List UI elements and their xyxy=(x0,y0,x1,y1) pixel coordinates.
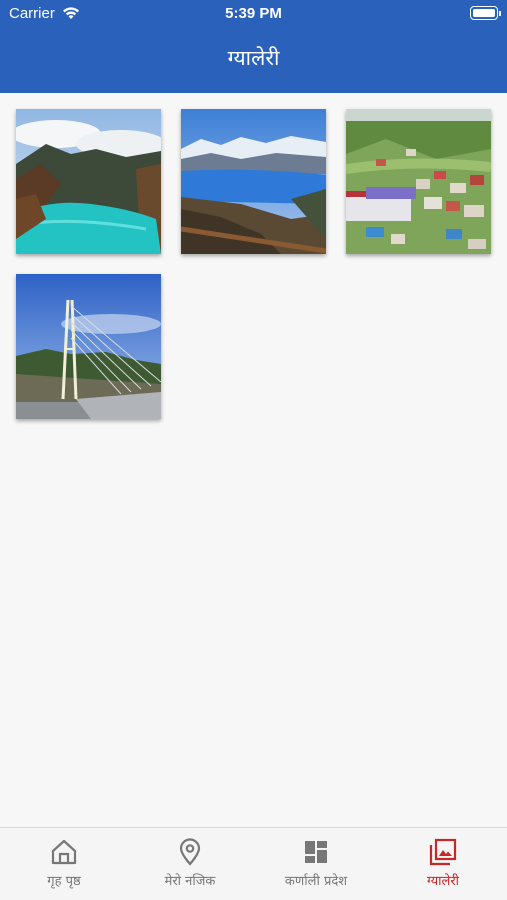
gallery-icon xyxy=(429,838,457,866)
battery-icon xyxy=(470,6,501,20)
bridge-image xyxy=(16,274,161,419)
town-image xyxy=(346,109,491,254)
lake-image xyxy=(181,109,326,254)
tab-home-label: गृह पृष्ठ xyxy=(47,874,81,889)
tab-home[interactable]: गृह पृष्ठ xyxy=(1,828,127,900)
tab-near-me[interactable]: मेरो नजिक xyxy=(127,828,253,900)
status-bar: Carrier 5:39 PM xyxy=(0,0,507,28)
gallery-image-town[interactable] xyxy=(346,109,491,254)
location-pin-icon xyxy=(179,838,201,866)
tab-karnali-province[interactable]: कर्णाली प्रदेश xyxy=(253,828,379,900)
tab-karnali-province-label: कर्णाली प्रदेश xyxy=(284,874,348,889)
lake-image xyxy=(16,109,161,254)
home-icon xyxy=(51,839,77,865)
tab-near-me-label: मेरो नजिक xyxy=(164,874,216,889)
gallery-image-lake-turquoise[interactable] xyxy=(16,109,161,254)
app-bar: Carrier 5:39 PM ग्यालेरी xyxy=(0,0,507,93)
dashboard-icon xyxy=(305,841,327,863)
gallery-image-lake-blue[interactable] xyxy=(181,109,326,254)
gallery-image-bridge[interactable] xyxy=(16,274,161,419)
page-title: ग्यालेरी xyxy=(227,46,280,70)
tab-gallery-label: ग्यालेरी xyxy=(426,874,460,889)
clock: 5:39 PM xyxy=(225,5,282,22)
bottom-tab-bar: गृह पृष्ठ मेरो नजिक कर्णाली प्रदेश ग्याल… xyxy=(0,827,507,900)
tab-gallery[interactable]: ग्यालेरी xyxy=(380,828,506,900)
